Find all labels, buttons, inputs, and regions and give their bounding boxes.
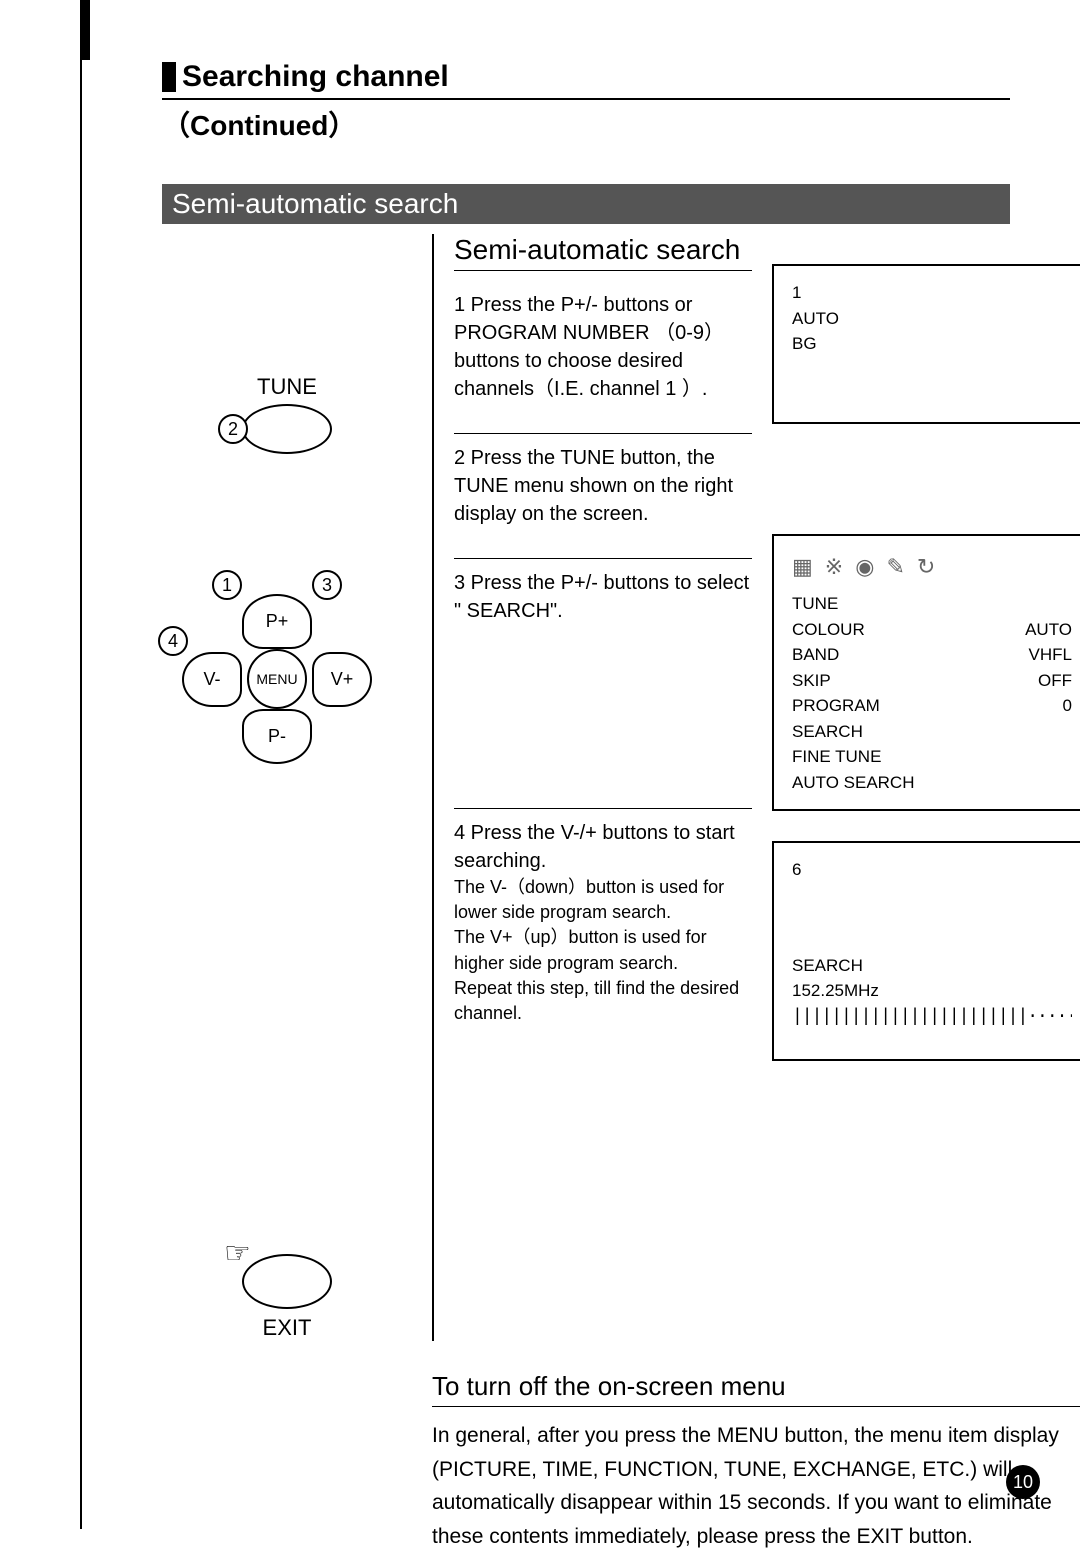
osd-box-1: 1 AUTO BG	[772, 264, 1080, 424]
osd-icon-row: ▦ ※ ◉ ✎ ↻	[792, 550, 1072, 583]
pointing-hand-icon: ☞	[224, 1236, 251, 1271]
osd1-line1: 1	[792, 280, 1072, 306]
osd-box-2: ▦ ※ ◉ ✎ ↻ TUNE COLOUR AUTO BAND VHFL SKIP O…	[772, 534, 1080, 811]
osd3-freq: 152.25MHz	[792, 978, 1072, 1004]
tune-button-illustration: TUNE 2	[162, 374, 412, 454]
osd-icon-4: ✎	[886, 550, 904, 583]
step-number-1: 1	[212, 570, 242, 600]
sub-heading: Semi-automatic search	[454, 234, 752, 271]
osd2-v1: VHFL	[1029, 642, 1072, 668]
osd2-k3: PROGRAM	[792, 693, 880, 719]
page-number: 10	[1006, 1465, 1040, 1499]
turnoff-body: In general, after you press the MENU but…	[432, 1419, 1080, 1553]
osd-icon-5: ↻	[917, 550, 935, 583]
osd2-k6: AUTO SEARCH	[792, 770, 915, 796]
osd3-progress-bar: ||||||||||||||||||||||||··········	[792, 1004, 1072, 1031]
osd2-v3: 0	[1063, 693, 1072, 719]
osd-icon-1: ▦	[792, 550, 813, 583]
step-number-3: 3	[312, 570, 342, 600]
dpad-down: P-	[242, 709, 312, 764]
osd1-line3: BG	[792, 331, 1072, 357]
page-title: Searching channel	[182, 60, 449, 94]
step-4-line-c: The V+（up）button is used for higher side…	[454, 925, 752, 975]
osd2-k5: FINE TUNE	[792, 744, 881, 770]
step-2-text: 2 Press the TUNE button, the TUNE menu s…	[454, 434, 752, 559]
step-1-text: 1 Press the P+/- buttons or PROGRAM NUMB…	[454, 281, 752, 434]
osd2-k4: SEARCH	[792, 719, 863, 745]
osd2-title: TUNE	[792, 591, 1072, 617]
turnoff-heading: To turn off the on-screen menu	[432, 1371, 1080, 1407]
step-4-block: 4 Press the V-/+ buttons to start search…	[454, 809, 752, 1056]
osd2-k2: SKIP	[792, 668, 831, 694]
dpad-right: V+	[312, 652, 372, 707]
step-4-line-d: Repeat this step, till find the desired …	[454, 976, 752, 1026]
osd2-v2: OFF	[1038, 668, 1072, 694]
osd2-k0: COLOUR	[792, 617, 865, 643]
dpad-left: V-	[182, 652, 242, 707]
step-4-line-a: 4 Press the V-/+ buttons to start search…	[454, 819, 752, 875]
step-4-line-b: The V-（down）button is used for lower sid…	[454, 875, 752, 925]
page-subtitle: （Continued）	[162, 104, 1010, 144]
osd-icon-3: ◉	[855, 550, 874, 583]
osd2-v0: AUTO	[1025, 617, 1072, 643]
step-number-2: 2	[218, 414, 248, 444]
tune-label: TUNE	[162, 374, 412, 400]
section-bar: Semi-automatic search	[162, 184, 1010, 224]
osd3-num: 6	[792, 857, 1072, 883]
osd3-label: SEARCH	[792, 953, 1072, 979]
header-bullet-icon	[162, 62, 176, 92]
page-header: Searching channel （Continued）	[162, 60, 1010, 144]
dpad-illustration: 1 3 4 P+ P- V- V+ MENU	[162, 574, 392, 794]
dpad-center: MENU	[247, 649, 307, 709]
step-3-text: 3 Press the P+/- buttons to select " SEA…	[454, 559, 752, 809]
osd-icon-2: ※	[825, 550, 843, 583]
osd-box-3: 6 SEARCH 152.25MHz |||||||||||||||||||||…	[772, 841, 1080, 1061]
osd1-line2: AUTO	[792, 306, 1072, 332]
exit-label: EXIT	[162, 1315, 412, 1341]
step-number-4: 4	[158, 626, 188, 656]
dpad-up: P+	[242, 594, 312, 649]
exit-button-illustration: ☞ EXIT	[162, 1254, 412, 1341]
osd2-k1: BAND	[792, 642, 839, 668]
